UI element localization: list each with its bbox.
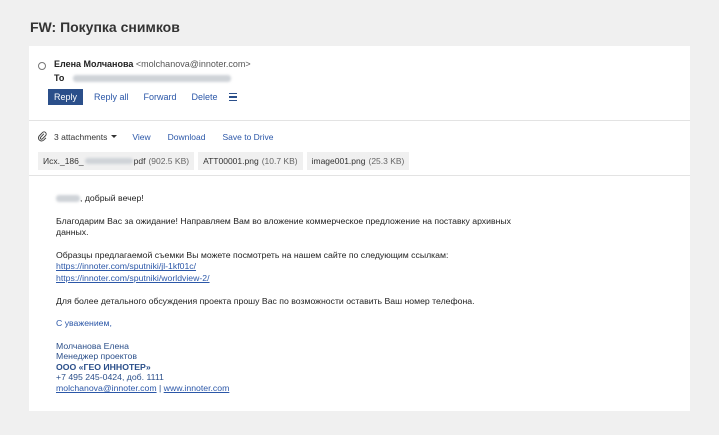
name-redacted: [56, 195, 80, 203]
signature-title: Менеджер проектов: [56, 351, 137, 362]
action-bar: Reply Reply all Forward Delete: [48, 89, 237, 105]
file-name: image001.png: [311, 156, 366, 166]
more-menu-icon[interactable]: [228, 93, 237, 101]
signature: Молчанова Елена Менеджер проектов ООО «Г…: [56, 341, 526, 394]
delete-button[interactable]: Delete: [192, 92, 218, 102]
file-name: ATT00001.png: [203, 156, 259, 166]
paperclip-icon: [38, 131, 47, 142]
sender-line: Елена Молчанова <molchanova@innoter.com>: [54, 59, 251, 69]
attachments-bar: 3 attachments View Download Save to Driv…: [38, 131, 291, 142]
paragraph: Для более детального обсуждения проекта …: [56, 295, 475, 306]
greeting-text: , добрый вечер!: [80, 193, 144, 203]
attachments-count[interactable]: 3 attachments: [54, 132, 107, 142]
message-card: Елена Молчанова <molchanova@innoter.com>…: [29, 46, 690, 411]
attachment-file[interactable]: Исх._186_ pdf (902.5 KB): [38, 152, 195, 170]
message-header: Елена Молчанова <molchanova@innoter.com>…: [29, 46, 690, 121]
to-label: To: [54, 73, 65, 83]
message-body: , добрый вечер! Благодарим Вас за ожидан…: [56, 193, 526, 393]
regards: С уважением,: [56, 318, 112, 329]
reply-all-button[interactable]: Reply all: [94, 92, 129, 102]
signature-company: ООО «ГЕО ИННОТЕР»: [56, 361, 151, 372]
sender-email: <molchanova@innoter.com>: [135, 59, 251, 69]
sample-link[interactable]: https://innoter.com/sputniki/worldview-2…: [56, 273, 526, 285]
signature-separator: |: [156, 382, 164, 393]
recipient-redacted: [72, 75, 231, 83]
greeting: , добрый вечер!: [56, 193, 526, 205]
signature-contacts: molchanova@innoter.com | www.innoter.com: [56, 383, 526, 394]
file-name-suffix: pdf: [133, 156, 146, 166]
chevron-down-icon[interactable]: [111, 135, 118, 138]
file-name-redacted: [84, 158, 133, 164]
signature-site-link[interactable]: www.innoter.com: [164, 383, 230, 393]
file-size: (25.3 KB): [368, 156, 405, 166]
view-attachments-link[interactable]: View: [132, 132, 150, 142]
file-size: (10.7 KB): [261, 156, 298, 166]
divider: [29, 175, 690, 176]
attachment-file[interactable]: image001.png (25.3 KB): [306, 152, 410, 170]
email-subject: FW: Покупка снимков: [30, 19, 180, 35]
paragraph: Благодарим Вас за ожидание! Направляем В…: [56, 215, 512, 238]
forward-button[interactable]: Forward: [144, 92, 177, 102]
signature-email-link[interactable]: molchanova@innoter.com: [56, 383, 157, 393]
select-radio[interactable]: [38, 62, 46, 70]
signature-name: Молчанова Елена: [56, 340, 129, 351]
save-to-drive-link[interactable]: Save to Drive: [222, 132, 273, 142]
download-attachments-link[interactable]: Download: [168, 132, 206, 142]
reply-button[interactable]: Reply: [48, 89, 84, 105]
attachment-file[interactable]: ATT00001.png (10.7 KB): [198, 152, 303, 170]
sample-link[interactable]: https://innoter.com/sputniki/jl-1kf01c/: [56, 261, 526, 273]
sender-name[interactable]: Елена Молчанова: [54, 59, 133, 69]
recipient-line: To: [54, 73, 231, 83]
file-name-prefix: Исх._186_: [43, 156, 84, 166]
signature-phone: +7 495 245-0424, доб. 1111: [56, 372, 164, 383]
attachment-list: Исх._186_ pdf (902.5 KB) ATT00001.png (1…: [38, 152, 410, 170]
file-size: (902.5 KB): [148, 156, 190, 166]
paragraph: Образцы предлагаемой съемки Вы можете по…: [56, 249, 449, 260]
